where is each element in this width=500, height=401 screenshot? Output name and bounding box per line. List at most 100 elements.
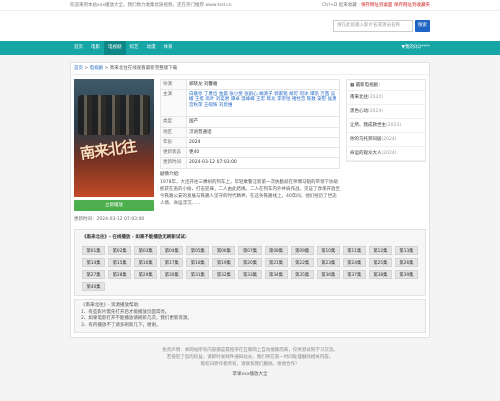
episode-button[interactable]: 第26集 (394, 258, 418, 267)
poster-cast-art (78, 95, 150, 135)
help-notes: 《南来北往》- 资源播放帮助: 1、有些影片需先打开后才能播放页面常亮。 2、如… (74, 299, 426, 333)
nav-item-tv[interactable]: 电视剧 (104, 41, 126, 55)
breadcrumb: 首页 > 电视剧 > 南来北往在线观看最新完整版下载 (71, 63, 429, 75)
episode-button[interactable]: 第03集 (134, 246, 158, 255)
sidebar-item[interactable]: 黑色心动(2024) (347, 105, 425, 119)
info-row-status: 更新状态 更40 (160, 147, 340, 159)
nav-item-anime[interactable]: 动漫 (143, 41, 160, 55)
sidebar-item-name[interactable]: 南来北往 (350, 95, 368, 100)
episode-button[interactable]: 第22集 (290, 258, 314, 267)
breadcrumb-home[interactable]: 首页 (74, 66, 83, 71)
sidebar-item-name[interactable]: 你的乌托邦同居 (350, 137, 382, 142)
episode-button[interactable]: 第39集 (394, 270, 418, 279)
play-now-button[interactable]: 立即播放 (74, 200, 154, 211)
episode-button[interactable]: 第24集 (342, 258, 366, 267)
episode-button[interactable]: 第30集 (160, 270, 184, 279)
sidebar-item[interactable]: 让所、我成救世主(2024) (347, 119, 425, 133)
episode-button[interactable]: 第37集 (342, 270, 366, 279)
top-links: Ctrl+D 起来收藏 · 保存网址到桌面 保存网址到收藏夹 (322, 0, 430, 11)
save-links[interactable]: 保存网址到桌面 保存网址到收藏夹 (361, 3, 430, 8)
episode-button[interactable]: 第33集 (238, 270, 262, 279)
footer-disclaimer: 免责声明：本网站所有内容都是靠程序在互联网上自动搜集而来，仅供测试和学习交流。 (162, 348, 338, 353)
episode-button[interactable]: 第15集 (108, 258, 132, 267)
episode-button[interactable]: 第21集 (264, 258, 288, 267)
episode-button[interactable]: 第27集 (82, 270, 106, 279)
episode-button[interactable]: 第34集 (264, 270, 288, 279)
sidebar-item-year: (2024) (386, 123, 401, 128)
updated-value: 2024-03-12 07:03:00 (186, 157, 340, 169)
footer-brand[interactable]: 苹果xxx播放大全 (0, 371, 500, 378)
cast-value[interactable]: 白敬亭 丁勇岱 金晨 张小斐 张龄心 阚清子 郭家铭 胡可 何冰 谭凯 万茜 吴… (186, 89, 340, 118)
episode-button[interactable]: 第07集 (238, 246, 262, 255)
info-key: 年份 (160, 136, 187, 149)
episode-button[interactable]: 第10集 (316, 246, 340, 255)
sidebar-item[interactable]: 命运的观众大人(2024) (347, 147, 425, 161)
episode-button[interactable]: 第09集 (290, 246, 314, 255)
episode-button[interactable]: 第02集 (108, 246, 132, 255)
poster-column: 南来北往 立即播放 (74, 79, 154, 211)
episode-button[interactable]: 第32集 (212, 270, 236, 279)
sidebar-item-year: (2024) (381, 151, 397, 156)
episode-button[interactable]: 第19集 (212, 258, 236, 267)
episode-button[interactable]: 第36集 (316, 270, 340, 279)
breadcrumb-sep: > (83, 66, 90, 71)
episode-button[interactable]: 第28集 (108, 270, 132, 279)
info-row-region: 地区 汉语普通话 (160, 126, 340, 138)
sidebar-item-year: (2024) (368, 109, 383, 114)
header: 请在此处输入影片名或演员名称 搜索 (0, 11, 500, 41)
info-key: 更新时间 (160, 157, 187, 169)
detail-section: 南来北往 立即播放 导演 郑晓龙 刘馨雅 主演 白敬亭 丁勇岱 金晨 张小斐 张龄心… (71, 75, 429, 211)
top-bar: 欢迎来到本站xxx播放大全，我们致力收集优质视频，还在热门推荐 www.ted.… (0, 0, 500, 11)
episode-button[interactable]: 第08集 (264, 246, 288, 255)
main-content: 首页 > 电视剧 > 南来北往在线观看最新完整版下载 南来北往 立即播放 导演郑… (70, 62, 430, 338)
synopsis-text: 1978年，大连开往三棵树的列车上，年轻乘警汪新第一次执勤就在师傅马魁的带领下协… (160, 179, 340, 206)
info-table: 导演 郑晓龙 刘馨雅 主演 白敬亭 丁勇岱 金晨 张小斐 张龄心 阚清子 郭家铭 胡… (160, 78, 340, 169)
episode-button[interactable]: 第18集 (186, 258, 210, 267)
episode-button[interactable]: 第04集 (160, 246, 184, 255)
sidebar-item-name[interactable]: 命运的观众大人 (350, 151, 382, 156)
info-row-director: 导演 郑晓龙 刘馨雅 (160, 78, 340, 91)
info-row-genre: 类型 国产 (160, 116, 340, 128)
episode-button[interactable]: 第16集 (134, 258, 158, 267)
user-menu[interactable]: ▼我的QQ**** (401, 41, 430, 55)
search-bar: 请在此处输入影片名或演员名称 搜索 (333, 20, 430, 32)
welcome-text: 欢迎来到本站xxx播放大全，我们致力收集优质视频，还在热门推荐 www.ted.… (70, 3, 232, 8)
episode-button[interactable]: 第06集 (212, 246, 236, 255)
episode-button[interactable]: 第11集 (342, 246, 366, 255)
sidebar-item[interactable]: 你的乌托邦同居(2024) (347, 133, 425, 147)
sidebar-title: ▦ 最新电视剧： (347, 80, 425, 91)
bookmark-hint: Ctrl+D 起来收藏 · (322, 3, 362, 8)
nav-item-movie[interactable]: 电影 (87, 41, 104, 55)
nav-item-variety[interactable]: 综艺 (126, 41, 143, 55)
search-button[interactable]: 搜索 (415, 20, 430, 32)
update-time: 更新时间：2024-03-12 07:03:00 (74, 217, 145, 222)
episode-button[interactable]: 第14集 (82, 258, 106, 267)
episode-button[interactable]: 第17集 (160, 258, 184, 267)
episode-button[interactable]: 第20集 (238, 258, 262, 267)
poster-image[interactable]: 南来北往 (74, 79, 154, 197)
episode-button[interactable]: 第01集 (82, 246, 106, 255)
episode-button[interactable]: 第23集 (316, 258, 340, 267)
episode-button[interactable]: 第12集 (368, 246, 392, 255)
episode-button[interactable]: 第31集 (186, 270, 210, 279)
footer: 免责声明：本网站所有内容都是靠程序在互联网上自动搜集而来，仅供测试和学习交流。 … (0, 347, 500, 378)
sidebar-item-name[interactable]: 黑色心动 (350, 109, 368, 114)
genre-value: 国产 (186, 116, 340, 128)
breadcrumb-current: > 南来北往在线观看最新完整版下载 (103, 66, 178, 71)
episode-button[interactable]: 第38集 (368, 270, 392, 279)
episode-button[interactable]: 第25集 (368, 258, 392, 267)
episode-button[interactable]: 第13集 (394, 246, 418, 255)
director-value[interactable]: 郑晓龙 刘馨雅 (186, 78, 340, 91)
nav-item-home[interactable]: 首页 (70, 41, 87, 55)
episode-button[interactable]: 第40集 (82, 282, 106, 291)
sidebar-item-name[interactable]: 让所、我成救世主 (350, 123, 386, 128)
breadcrumb-category[interactable]: 电视剧 (90, 66, 104, 71)
status-value: 更40 (186, 147, 340, 159)
episode-button[interactable]: 第05集 (186, 246, 210, 255)
episode-grid: 第01集 第02集 第03集 第04集 第05集 第06集 第07集 第08集 第09集 第10集… (78, 246, 422, 291)
nav-item-sports[interactable]: 体育 (160, 41, 177, 55)
sidebar-item[interactable]: 南来北往(2024) (347, 91, 425, 105)
episode-button[interactable]: 第29集 (134, 270, 158, 279)
search-input[interactable]: 请在此处输入影片名或演员名称 (333, 20, 413, 32)
episode-button[interactable]: 第35集 (290, 270, 314, 279)
